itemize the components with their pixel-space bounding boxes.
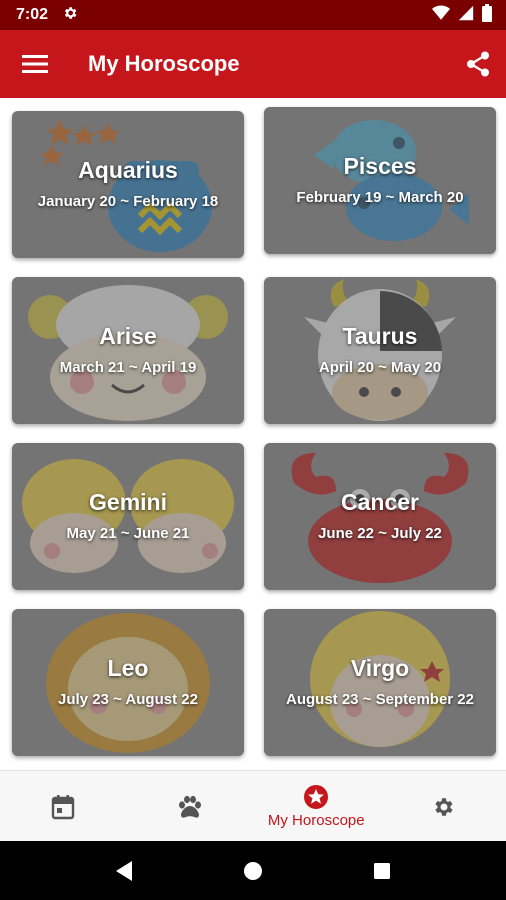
- sign-name: Leo: [107, 655, 149, 681]
- paw-icon: [178, 795, 201, 818]
- share-icon: [467, 51, 489, 77]
- back-button[interactable]: [94, 846, 154, 896]
- sign-dates: March 21 ~ April 19: [59, 359, 197, 376]
- sign-dates: June 22 ~ July 22: [318, 525, 442, 542]
- sign-card-pisces[interactable]: Pisces February 19 ~ March 20: [264, 107, 496, 254]
- nav-paw[interactable]: [127, 771, 254, 842]
- home-button[interactable]: [223, 846, 283, 896]
- sign-name: Pisces: [343, 153, 417, 179]
- signal-icon: [458, 5, 474, 26]
- sign-name: Taurus: [342, 323, 418, 349]
- recents-square-icon: [373, 862, 390, 879]
- sign-card-aquarius[interactable]: Aquarius January 20 ~ February 18: [12, 111, 244, 258]
- page-title: My Horoscope: [88, 51, 240, 76]
- settings-status-icon: [62, 5, 78, 26]
- sign-card-arise[interactable]: Arise March 21 ~ April 19: [12, 277, 244, 424]
- hamburger-menu-icon: [22, 55, 48, 73]
- sign-name: Virgo: [350, 655, 410, 681]
- recents-button[interactable]: [352, 846, 412, 896]
- sign-dates: April 20 ~ May 20: [318, 359, 442, 376]
- status-time: 7:02: [16, 6, 49, 23]
- battery-icon: [482, 3, 492, 27]
- nav-my-horoscope[interactable]: My Horoscope: [253, 771, 380, 842]
- sign-name: Cancer: [341, 489, 419, 515]
- menu-button[interactable]: [22, 54, 48, 74]
- sign-dates: February 19 ~ March 20: [296, 189, 464, 206]
- sign-card-leo[interactable]: Leo July 23 ~ August 22: [12, 609, 244, 756]
- gear-icon: [435, 797, 453, 816]
- sign-dates: August 23 ~ September 22: [286, 691, 474, 708]
- share-button[interactable]: [466, 51, 490, 77]
- system-navigation-bar: [0, 841, 506, 900]
- sign-dates: July 23 ~ August 22: [58, 691, 198, 708]
- nav-calendar[interactable]: [0, 771, 127, 842]
- zodiac-grid: Aquarius January 20 ~ February 18 Pisces…: [0, 98, 506, 770]
- calendar-icon: [52, 794, 75, 819]
- nav-label: My Horoscope: [267, 812, 365, 829]
- sign-card-virgo[interactable]: Virgo August 23 ~ September 22: [264, 609, 496, 756]
- home-circle-icon: [243, 861, 262, 880]
- star-icon: [304, 785, 329, 809]
- status-bar: 7:02: [0, 0, 506, 30]
- sign-name: Arise: [99, 323, 157, 349]
- sign-card-taurus[interactable]: Taurus April 20 ~ May 20: [264, 277, 496, 424]
- sign-card-cancer[interactable]: Cancer June 22 ~ July 22: [264, 443, 496, 590]
- sign-name: Aquarius: [78, 157, 178, 183]
- back-triangle-icon: [116, 860, 133, 881]
- wifi-icon: [432, 5, 450, 26]
- bottom-navigation: My Horoscope: [0, 770, 506, 842]
- sign-dates: May 21 ~ June 21: [66, 525, 190, 542]
- app-bar: My Horoscope: [0, 30, 506, 98]
- sign-card-gemini[interactable]: Gemini May 21 ~ June 21: [12, 443, 244, 590]
- sign-dates: January 20 ~ February 18: [37, 193, 219, 210]
- sign-name: Gemini: [89, 489, 167, 515]
- nav-settings[interactable]: [380, 771, 506, 842]
